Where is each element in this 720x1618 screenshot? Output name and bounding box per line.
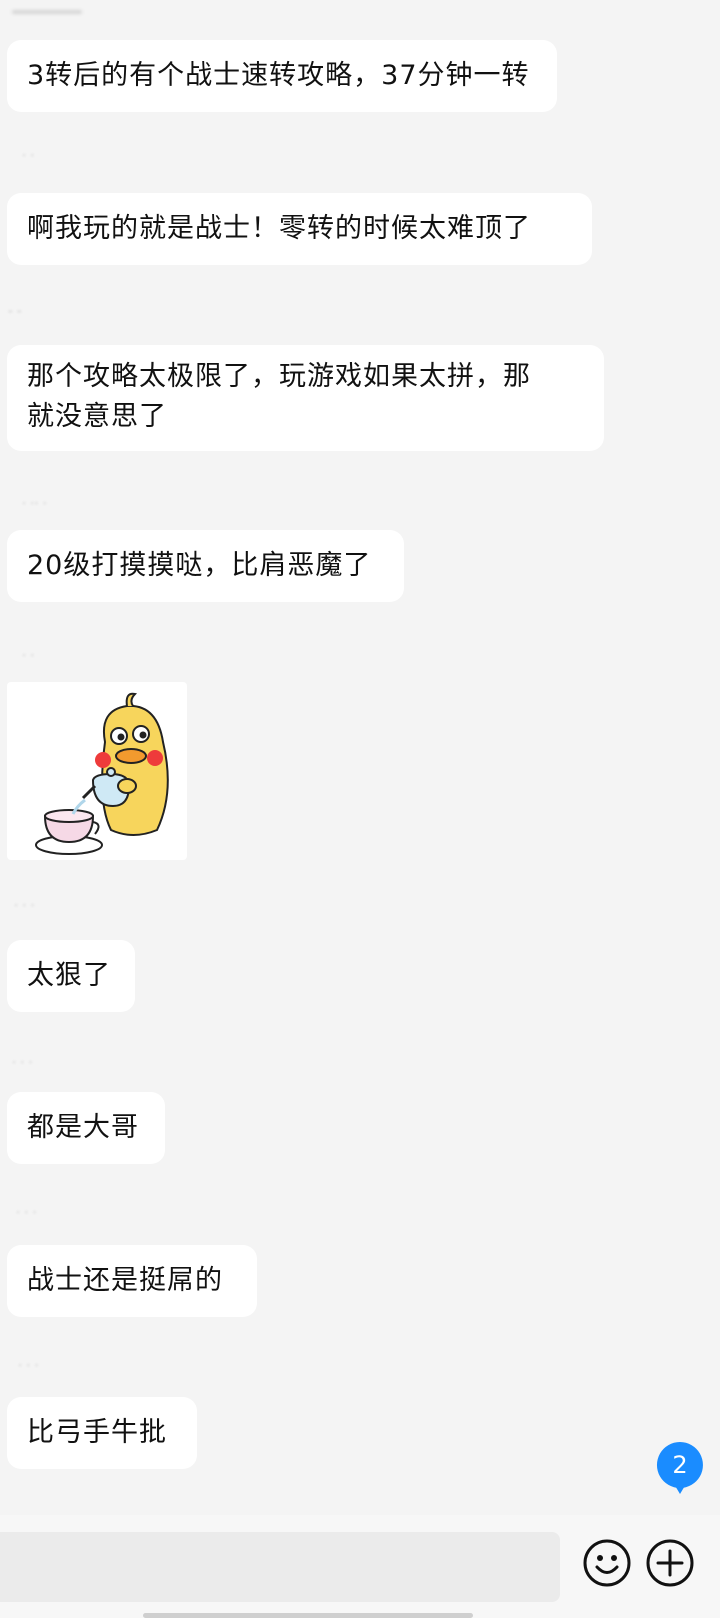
home-indicator <box>143 1613 473 1618</box>
message-text: 20级打摸摸哒，比肩恶魔了 <box>27 550 372 581</box>
sender-name: - - <box>8 304 22 319</box>
message-bubble[interactable]: 啊我玩的就是战士！零转的时候太难顶了 <box>7 193 592 265</box>
message-bubble[interactable]: 太狠了 <box>7 940 135 1012</box>
message-bubble[interactable]: 20级打摸摸哒，比肩恶魔了 <box>7 530 404 602</box>
unread-count: 2 <box>672 1451 688 1479</box>
message-bubble[interactable]: 都是大哥 <box>7 1092 165 1164</box>
message-text: 战士还是挺屌的 <box>27 1265 223 1296</box>
message-line: 那个攻略太极限了，玩游戏如果太拼，那 <box>27 361 531 392</box>
message-text: 那个攻略太极限了，玩游戏如果太拼，那 就没意思了 <box>27 357 531 437</box>
duck-sticker-icon <box>35 692 169 855</box>
blurred-header-fragment <box>0 0 100 18</box>
sender-name: · · · <box>16 1206 37 1221</box>
sender-name: · · <box>22 649 35 664</box>
plus-circle-icon[interactable] <box>645 1538 695 1588</box>
sticker-duck-pouring-tea[interactable] <box>7 682 187 860</box>
sender-name: · · · <box>12 1056 33 1071</box>
message-input[interactable] <box>0 1532 560 1602</box>
message-line: 就没意思了 <box>27 401 167 432</box>
message-text: 太狠了 <box>27 960 111 991</box>
message-text: 都是大哥 <box>27 1112 139 1143</box>
message-text: 3转后的有个战士速转攻略，37分钟一转 <box>27 60 530 91</box>
sender-name: · · · <box>18 1359 39 1374</box>
unread-count-badge[interactable]: 2 <box>656 1440 704 1496</box>
sender-name: · ·· · <box>22 497 47 512</box>
input-bar <box>0 1515 720 1618</box>
smiley-icon[interactable] <box>582 1538 632 1588</box>
message-text: 比弓手牛批 <box>27 1417 167 1448</box>
message-bubble[interactable]: 那个攻略太极限了，玩游戏如果太拼，那 就没意思了 <box>7 345 604 451</box>
chat-message-list[interactable]: 3转后的有个战士速转攻略，37分钟一转 · · 啊我玩的就是战士！零转的时候太难… <box>0 0 720 1515</box>
sender-name: · · <box>22 149 35 164</box>
message-bubble[interactable]: 战士还是挺屌的 <box>7 1245 257 1317</box>
sender-name: · · · <box>14 899 35 914</box>
message-bubble[interactable]: 3转后的有个战士速转攻略，37分钟一转 <box>7 40 557 112</box>
message-text: 啊我玩的就是战士！零转的时候太难顶了 <box>27 213 531 244</box>
message-bubble[interactable]: 比弓手牛批 <box>7 1397 197 1469</box>
